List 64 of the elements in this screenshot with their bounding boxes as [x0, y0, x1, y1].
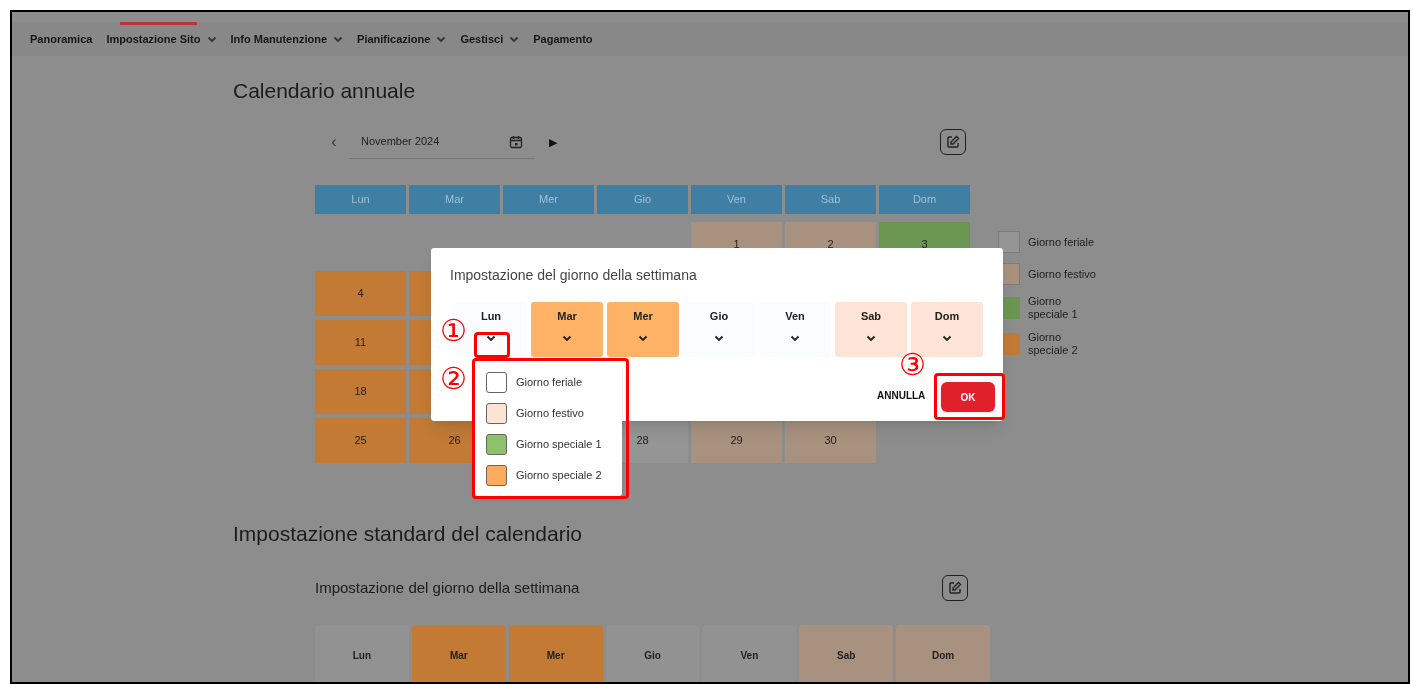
dialog-title: Impostazione del giorno della settimana: [450, 266, 697, 285]
cancel-button[interactable]: ANNULLA: [877, 388, 926, 403]
nav-menu-item[interactable]: Pianificazione: [357, 22, 447, 56]
day-cell[interactable]: 25: [315, 418, 406, 463]
weekday-header: Dom: [879, 185, 970, 214]
day-cell[interactable]: 30: [785, 418, 876, 463]
weekday-setting: Gio: [605, 625, 700, 682]
edit-icon: [948, 581, 962, 595]
edit-button[interactable]: [942, 575, 968, 601]
calendar-icon: [509, 134, 523, 149]
weekday-setting: Mar: [411, 625, 506, 682]
legend-label: Giorno speciale 2: [1028, 331, 1079, 357]
chevron-down-icon: [714, 334, 724, 342]
chevron-down-icon: [486, 334, 496, 342]
nav-menu-item[interactable]: Impostazione Sito: [106, 22, 217, 56]
weekday-type-selector[interactable]: Gio: [683, 302, 755, 357]
nav-menu-item[interactable]: Info Manutenzione: [230, 22, 344, 56]
dropdown-option[interactable]: Giorno speciale 2: [474, 460, 622, 491]
weekday-header: Sab: [785, 185, 876, 214]
annotation-number: ②: [440, 362, 467, 396]
subsection-title: Impostazione del giorno della settimana: [315, 577, 580, 598]
day-cell[interactable]: 29: [691, 418, 782, 463]
nav-menu-item[interactable]: Pagamento: [533, 22, 593, 56]
chevron-down-icon: [638, 334, 648, 342]
chevron-down-icon: [562, 334, 572, 342]
weekday-setting: Ven: [702, 625, 797, 682]
dropdown-option[interactable]: Giorno feriale: [474, 367, 622, 398]
day-cell[interactable]: 18: [315, 369, 406, 414]
weekday-type-selector[interactable]: Mar: [531, 302, 603, 357]
day-cell[interactable]: 11: [315, 320, 406, 365]
nav-menu-item[interactable]: Panoramica: [30, 22, 93, 56]
chevron-down-icon: [436, 35, 447, 43]
weekday-header: Lun: [315, 185, 406, 214]
previous-month-button[interactable]: ‹: [327, 130, 341, 154]
day-cell[interactable]: 4: [315, 271, 406, 316]
weekday-header: Mar: [409, 185, 500, 214]
chevron-down-icon: [942, 334, 952, 342]
weekday-header: Ven: [691, 185, 782, 214]
weekday-header: Mer: [503, 185, 594, 214]
chevron-down-icon: [866, 334, 876, 342]
legend-label: Giorno festivo: [1028, 267, 1096, 281]
section-title: Calendario annuale: [233, 78, 417, 104]
weekday-setting: Mer: [508, 625, 603, 682]
chevron-down-icon: [790, 334, 800, 342]
edit-button[interactable]: [940, 129, 966, 155]
legend-label: Giorno speciale 1: [1028, 295, 1079, 321]
section-title: Impostazione standard del calendario: [233, 521, 584, 547]
annotation-box: [934, 373, 1005, 420]
weekday-setting: Sab: [799, 625, 894, 682]
month-picker-field[interactable]: November 2024: [349, 125, 535, 159]
weekday-setting: Dom: [896, 625, 990, 682]
weekday-setting: Lun: [315, 625, 409, 682]
chevron-down-icon: [206, 35, 217, 43]
chevron-down-icon: [333, 35, 344, 43]
next-month-button[interactable]: ▶: [549, 133, 557, 151]
nav-menu-item[interactable]: Gestisci: [460, 22, 520, 56]
legend-label: Giorno feriale: [1028, 235, 1095, 249]
weekday-type-selector[interactable]: Ven: [759, 302, 831, 357]
chevron-down-icon: [509, 35, 520, 43]
ok-button[interactable]: OK: [941, 382, 995, 412]
month-value: November 2024: [361, 134, 440, 150]
edit-icon: [946, 135, 960, 149]
weekday-header: Gio: [597, 185, 688, 214]
weekday-type-selector[interactable]: Mer: [607, 302, 679, 357]
